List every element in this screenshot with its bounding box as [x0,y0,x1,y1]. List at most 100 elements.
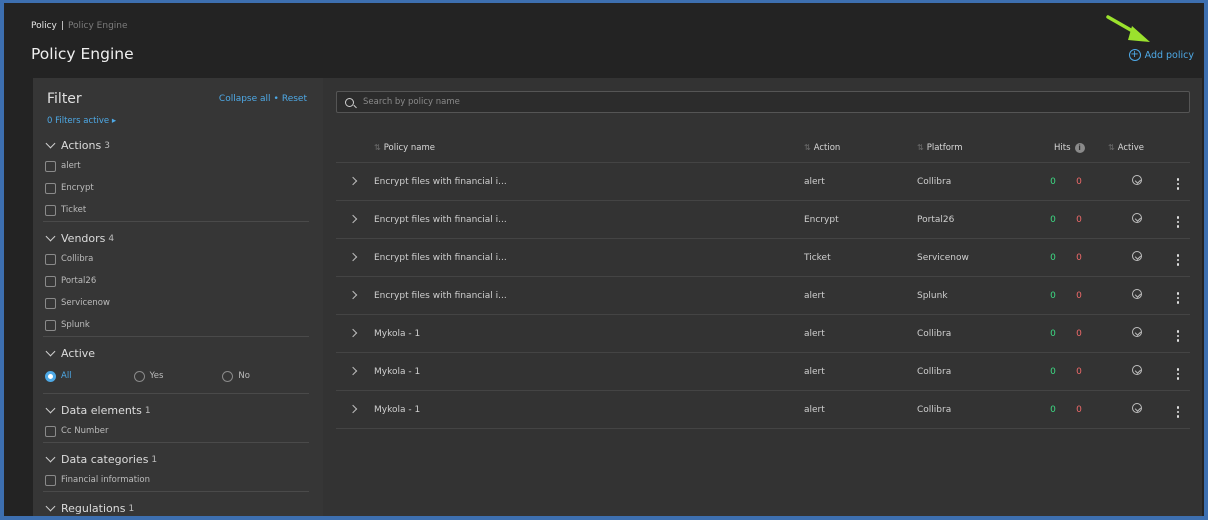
chevron-right-icon [348,366,358,375]
reset-link[interactable]: Reset [282,94,307,104]
group-count: 3 [104,140,110,151]
radio-button[interactable] [133,370,145,382]
table-row[interactable]: Mykola - 1 alert Collibra 0 0 [336,315,1190,353]
row-menu-button[interactable] [1166,174,1190,190]
breadcrumb-root[interactable]: Policy [31,21,57,31]
hits-cell: 00 [1040,405,1108,415]
info-icon[interactable]: i [1074,142,1085,153]
radio-yes[interactable]: Yes [132,370,221,382]
checkbox[interactable] [45,319,56,331]
expand-row-button[interactable] [336,252,374,263]
radio-no[interactable]: No [220,370,309,382]
filter-group-header[interactable]: Active [43,344,309,363]
hits-cell: 00 [1040,291,1108,301]
option-label: alert [61,161,81,171]
row-menu-button[interactable] [1166,212,1190,228]
column-header-platform[interactable]: ⇅ Platform [917,143,1040,153]
collapse-all-link[interactable]: Collapse all [219,94,271,104]
search-input[interactable] [363,97,1143,107]
radio-button[interactable] [222,370,234,382]
search-bar[interactable] [336,91,1190,113]
hits-ok-count: 0 [1050,404,1056,415]
active-cell [1108,403,1166,416]
action-cell: alert [804,176,825,187]
filter-option[interactable]: alert [43,155,309,177]
table-row[interactable]: Mykola - 1 alert Collibra 0 0 [336,353,1190,391]
expand-row-button[interactable] [336,328,374,339]
filter-option[interactable]: Collibra [43,248,309,270]
expand-row-button[interactable] [336,214,374,225]
app-frame: Policy | Policy Engine Policy Engine + Add… [0,0,1208,520]
chevron-down-icon [45,346,56,357]
column-header-hits: Hits i [1040,142,1108,153]
column-header-active[interactable]: ⇅ Active [1108,143,1166,153]
active-cell [1108,175,1166,188]
filter-group-active: Active All Yes No [43,336,309,387]
expand-row-button[interactable] [336,176,374,187]
policy-name-cell: Mykola - 1 [374,404,421,415]
filter-group-header[interactable]: Data elements 1 [43,401,309,420]
filter-option[interactable]: Encrypt [43,177,309,199]
table-row[interactable]: Encrypt files with financial i... alert Co… [336,163,1190,201]
kebab-menu-icon [1176,406,1180,418]
row-menu-button[interactable] [1166,364,1190,380]
hits-bad-count: 0 [1076,404,1082,415]
filter-option[interactable]: Servicenow [43,292,309,314]
filter-group-header[interactable]: Actions 3 [43,136,309,155]
chevron-right-icon [348,252,358,261]
filter-group-header[interactable]: Regulations 1 [43,499,309,516]
filter-option[interactable]: Portal26 [43,270,309,292]
filter-group-header[interactable]: Data categories 1 [43,450,309,469]
hits-cell: 00 [1040,367,1108,377]
platform-cell: Collibra [917,404,952,415]
add-policy-button[interactable]: + Add policy [1128,49,1194,61]
column-header-action[interactable]: ⇅ Action [804,143,917,153]
radio-button[interactable] [45,370,56,382]
radio-all[interactable]: All [43,370,132,382]
filter-option[interactable]: Ticket [43,199,309,221]
option-label: Servicenow [61,298,110,308]
policy-name-cell: Mykola - 1 [374,328,421,339]
checkbox[interactable] [45,204,56,216]
filter-option[interactable]: Cc Number [43,420,309,442]
chevron-right-icon [348,176,358,185]
row-menu-button[interactable] [1166,326,1190,342]
expand-row-button[interactable] [336,366,374,377]
row-menu-button[interactable] [1166,250,1190,266]
filter-option[interactable]: Financial information [43,469,309,491]
checkbox[interactable] [45,182,56,194]
table-row[interactable]: Encrypt files with financial i... Encrypt… [336,201,1190,239]
filter-group-vendors: Vendors 4 Collibra Portal26 Servicenow Sp… [43,221,309,336]
hits-bad-count: 0 [1076,176,1082,187]
expand-row-button[interactable] [336,404,374,415]
checkbox[interactable] [45,253,56,265]
checkbox[interactable] [45,160,56,172]
group-count: 1 [128,503,135,514]
breadcrumb-separator: | [60,21,64,31]
chevron-down-icon [45,138,56,149]
row-menu-button[interactable] [1166,288,1190,304]
table-row[interactable]: Encrypt files with financial i... Ticket S… [336,239,1190,277]
expand-row-button[interactable] [336,290,374,301]
filter-option[interactable]: Splunk [43,314,309,336]
table-row[interactable]: Mykola - 1 alert Collibra 0 0 [336,391,1190,429]
table-row[interactable]: Encrypt files with financial i... alert Sp… [336,277,1190,315]
filters-active-toggle[interactable]: 0 Filters active ▸ [47,116,116,126]
check-circle-icon [1132,365,1142,375]
filter-title: Filter [47,91,82,107]
row-menu-button[interactable] [1166,402,1190,418]
chevron-down-icon [45,452,56,463]
filter-group-header[interactable]: Vendors 4 [43,229,309,248]
platform-cell: Collibra [917,328,952,339]
checkbox[interactable] [45,275,56,287]
option-label: Ticket [61,205,87,215]
option-label: Financial information [61,475,150,485]
checkbox[interactable] [45,297,56,309]
hits-bad-count: 0 [1076,366,1082,377]
add-policy-label: Add policy [1144,49,1194,61]
checkbox[interactable] [45,474,56,486]
checkbox[interactable] [45,425,56,437]
hits-ok-count: 0 [1050,252,1056,263]
column-header-policy-name[interactable]: ⇅ Policy name [374,143,804,153]
column-label: Active [1117,142,1144,153]
